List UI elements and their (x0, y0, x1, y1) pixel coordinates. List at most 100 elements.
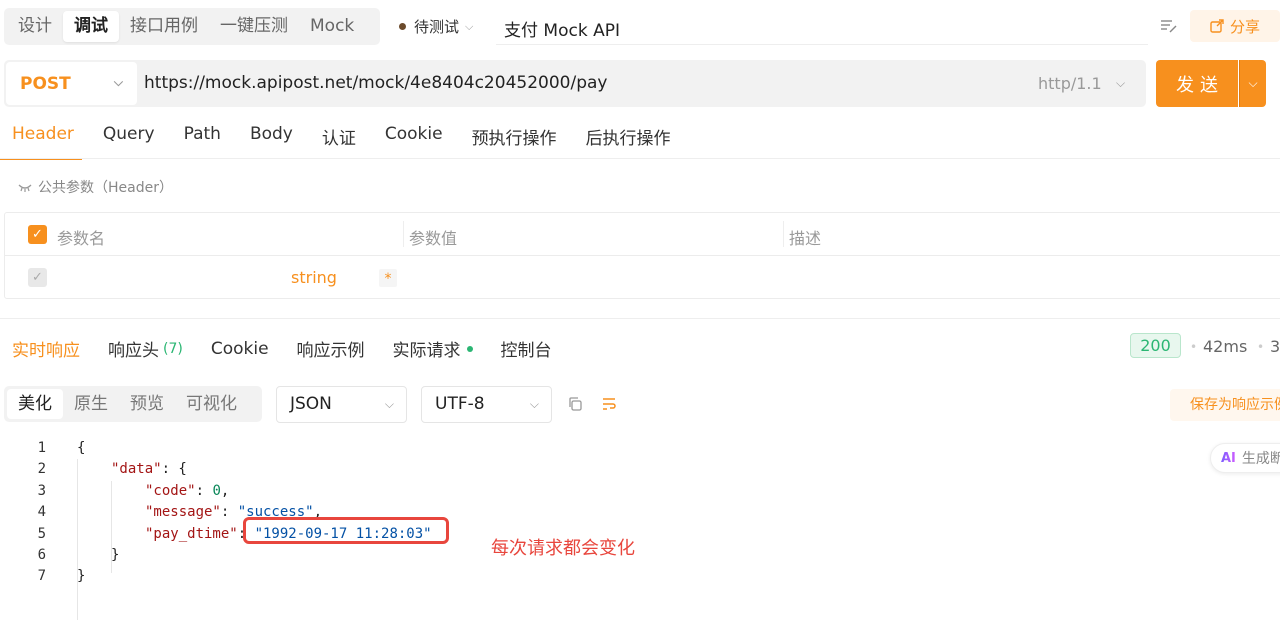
tab-body[interactable]: Body (250, 124, 293, 160)
row-checkbox[interactable]: ✓ (28, 268, 47, 287)
chevron-down-icon: ⌵ (1248, 76, 1258, 90)
param-type[interactable]: string (291, 268, 337, 287)
json-key: "data" (111, 461, 162, 477)
request-tabs: Header Query Path Body 认证 Cookie 预执行操作 后… (0, 124, 700, 160)
annotation-highlight-box (243, 517, 449, 544)
tab-pretty[interactable]: 美化 (7, 389, 63, 419)
code-token: } (77, 568, 86, 584)
view-mode-tabs: 美化 原生 预览 可视化 (4, 386, 262, 422)
tab-label: 实时响应 (12, 341, 80, 361)
status-dot-icon (399, 23, 406, 30)
tab-query[interactable]: Query (103, 124, 155, 160)
send-options-button[interactable]: ⌵ (1239, 60, 1266, 107)
code-token: { (77, 440, 86, 456)
tab-pre-script[interactable]: 预执行操作 (472, 124, 557, 160)
eye-closed-icon (18, 184, 32, 192)
tab-mock[interactable]: Mock (299, 11, 365, 42)
format-select[interactable]: JSON ⌵ (276, 386, 407, 423)
tab-auth[interactable]: 认证 (322, 124, 356, 160)
code-line: "data": { (111, 461, 187, 477)
line-number: 3 (37, 483, 46, 499)
common-header-toggle[interactable]: 公共参数（Header） (18, 177, 173, 197)
tab-label: Cookie (210, 338, 269, 359)
json-key: "message" (145, 504, 221, 520)
code-line: { (77, 440, 85, 456)
tab-path[interactable]: Path (184, 124, 221, 160)
tab-actual-request[interactable]: 实际请求 (393, 336, 473, 361)
line-number: 2 (37, 461, 46, 477)
send-button[interactable]: 发送 (1156, 60, 1238, 107)
url-input[interactable]: https://mock.apipost.net/mock/4e8404c204… (144, 73, 607, 93)
chevron-down-icon: ⌵ (1116, 76, 1126, 90)
encoding-select[interactable]: UTF-8 ⌵ (421, 386, 552, 423)
share-button[interactable]: 分享 (1190, 10, 1280, 42)
code-token: : { (161, 461, 187, 477)
json-number: 0 (212, 483, 221, 499)
tab-response-cookie[interactable]: Cookie (211, 336, 269, 361)
method-select[interactable]: POST ⌵ (6, 62, 137, 105)
line-number: 7 (37, 568, 46, 584)
tab-response-examples[interactable]: 响应示例 (297, 336, 365, 361)
code-token: } (111, 547, 120, 563)
tab-load-test[interactable]: 一键压测 (209, 11, 299, 42)
save-as-example-button[interactable]: 保存为响应示例 (1170, 389, 1280, 421)
url-bar: POST ⌵ https://mock.apipost.net/mock/4e8… (4, 60, 1146, 107)
status-code-badge: 200 (1130, 333, 1181, 358)
header-params-table: ✓ 参数名 参数值 描述 ✓ string * (4, 212, 1280, 299)
code-line: } (77, 568, 85, 584)
tab-post-script[interactable]: 后执行操作 (586, 124, 671, 160)
select-all-checkbox[interactable]: ✓ (28, 225, 47, 244)
common-header-label: 公共参数（Header） (38, 180, 173, 196)
header-count-badge: (7) (163, 340, 183, 357)
ai-icon: AI (1221, 450, 1236, 466)
chevron-down-icon: ⌵ (384, 397, 394, 411)
col-param-name: 参数名 (57, 229, 106, 248)
column-divider (403, 221, 404, 247)
mode-tabs: 设计 调试 接口用例 一键压测 Mock (4, 8, 380, 45)
tab-live-response[interactable]: 实时响应 (12, 336, 80, 361)
col-param-value: 参数值 (409, 229, 458, 248)
chevron-down-icon: ⌵ (113, 75, 123, 89)
code-line: "code": 0, (145, 483, 230, 499)
tab-visualize[interactable]: 可视化 (175, 389, 248, 419)
line-number: 4 (37, 504, 46, 520)
word-wrap-icon[interactable] (601, 396, 617, 412)
protocol-select[interactable]: http/1.1 (1038, 74, 1102, 93)
ai-label: 生成断 (1241, 451, 1280, 467)
response-tabs: 实时响应 响应头 (7) Cookie 响应示例 实际请求 控制台 (12, 336, 580, 362)
share-label: 分享 (1229, 17, 1260, 36)
line-number: 5 (37, 526, 46, 542)
tab-preview[interactable]: 预览 (119, 389, 175, 419)
line-number: 6 (37, 547, 46, 563)
copy-icon[interactable] (567, 396, 583, 412)
required-toggle[interactable]: * (379, 269, 397, 287)
annotation-text: 每次请求都会变化 (491, 538, 635, 559)
chevron-down-icon: ⌵ (465, 19, 474, 33)
json-key: "code" (145, 483, 196, 499)
tab-header[interactable]: Header (0, 124, 82, 160)
response-size: 3 (1270, 337, 1280, 356)
line-number: 1 (37, 440, 46, 456)
tab-debug[interactable]: 调试 (63, 11, 119, 42)
table-header: ✓ 参数名 参数值 描述 (5, 213, 1280, 256)
col-description: 描述 (789, 229, 822, 248)
api-title[interactable]: 支付 Mock API (504, 16, 620, 41)
tab-label: 实际请求 (392, 341, 461, 361)
tab-raw[interactable]: 原生 (63, 389, 119, 419)
tab-cookie[interactable]: Cookie (385, 124, 443, 160)
status-label: 待测试 (414, 18, 460, 36)
tab-response-headers[interactable]: 响应头 (7) (108, 336, 183, 362)
method-label: POST (20, 73, 71, 94)
tab-console[interactable]: 控制台 (501, 336, 552, 361)
tab-design[interactable]: 设计 (7, 11, 63, 42)
tab-label: 控制台 (500, 341, 552, 361)
status-dropdown[interactable]: 待测试 ⌵ (399, 16, 473, 37)
indent-guide (77, 459, 78, 620)
encoding-value: UTF-8 (435, 394, 485, 414)
ai-generate-assertion-button[interactable]: AI 生成断 (1210, 443, 1280, 473)
response-body-viewer[interactable]: 1 2 3 4 5 6 7 { "data": { "code": 0, "me… (0, 437, 900, 620)
doc-edit-icon[interactable] (1160, 18, 1178, 34)
tab-api-cases[interactable]: 接口用例 (119, 11, 209, 42)
chevron-down-icon: ⌵ (529, 397, 539, 411)
response-time: 42ms (1203, 337, 1248, 356)
